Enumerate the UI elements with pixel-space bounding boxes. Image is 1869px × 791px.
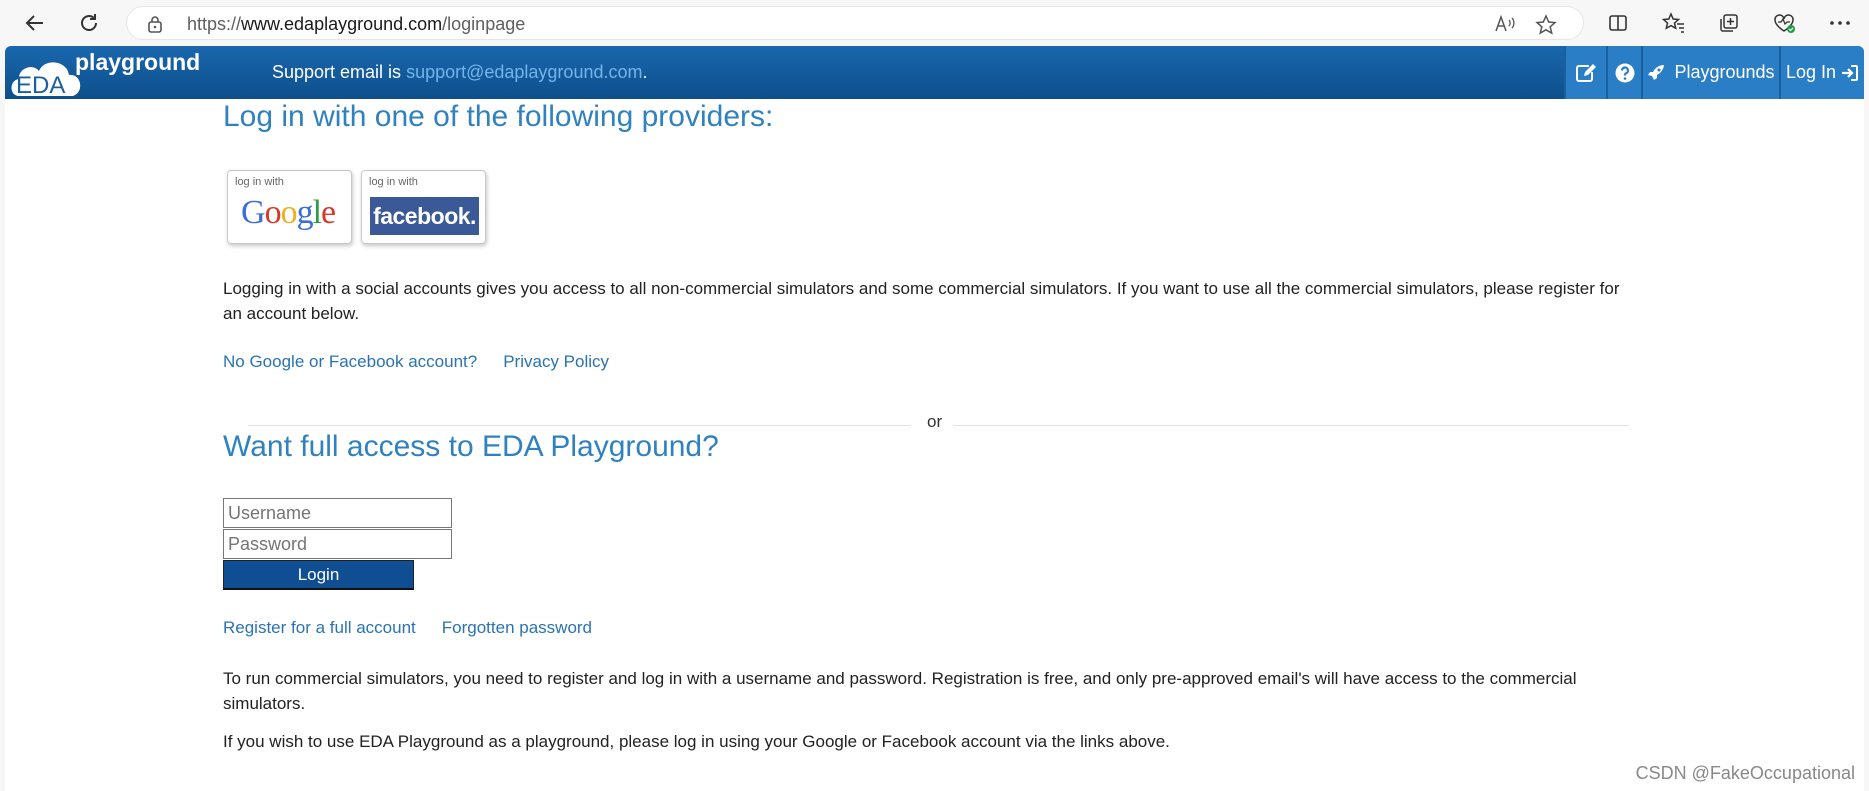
support-email-link[interactable]: support@edaplayground.com <box>406 62 642 82</box>
site-navbar: EDA playground Support email is support@… <box>5 46 1864 99</box>
divider-left <box>248 425 911 426</box>
logo-badge-text: EDA <box>16 72 65 98</box>
username-input[interactable] <box>223 498 452 528</box>
browser-chrome: https://www.edaplayground.com/loginpage <box>0 0 1869 46</box>
social-info-text: Logging in with a social accounts gives … <box>223 279 1620 323</box>
url-prefix: https:// <box>187 14 242 34</box>
back-arrow-icon[interactable] <box>20 8 50 38</box>
commercial-note: To run commercial simulators, you need t… <box>223 669 1577 713</box>
lock-icon[interactable] <box>147 15 163 38</box>
favorites-icon[interactable] <box>1659 8 1689 38</box>
or-divider-text: or <box>927 412 943 431</box>
edit-button[interactable] <box>1564 46 1606 99</box>
google-small-label: log in with <box>235 176 284 188</box>
provider-links: No Google or Facebook account? Privacy Po… <box>223 352 635 372</box>
read-aloud-icon[interactable] <box>1494 14 1516 39</box>
help-button[interactable] <box>1606 46 1641 99</box>
sign-in-icon <box>1842 64 1859 81</box>
split-screen-icon[interactable] <box>1603 8 1633 38</box>
favorite-star-icon[interactable] <box>1535 14 1557 41</box>
full-access-heading: Want full access to EDA Playground? <box>223 430 719 463</box>
more-menu-icon[interactable] <box>1825 8 1855 38</box>
google-login-button[interactable]: log in with Google <box>227 170 352 244</box>
no-account-link[interactable]: No Google or Facebook account? <box>223 352 477 371</box>
rocket-icon <box>1648 63 1665 80</box>
nav-login-label: Log In <box>1785 62 1837 82</box>
divider-right <box>953 425 1629 426</box>
url-domain: www.edaplayground.com <box>241 14 443 34</box>
address-bar[interactable]: https://www.edaplayground.com/loginpage <box>126 6 1584 40</box>
providers-heading: Log in with one of the following provide… <box>223 100 774 133</box>
support-prefix: Support email is <box>272 62 407 82</box>
support-email-line: Support email is support@edaplayground.c… <box>272 62 648 83</box>
collections-icon[interactable] <box>1714 8 1744 38</box>
facebook-login-button[interactable]: log in with facebook. <box>361 170 486 244</box>
refresh-icon[interactable] <box>74 8 104 38</box>
url-text[interactable]: https://www.edaplayground.com/loginpage <box>187 14 525 35</box>
playgrounds-label: Playgrounds <box>1674 62 1775 82</box>
url-path: /loginpage <box>442 14 526 34</box>
browser-essentials-icon[interactable] <box>1769 8 1799 38</box>
edit-icon <box>1576 63 1596 82</box>
logo-text: playground <box>75 49 200 75</box>
eda-playground-logo[interactable]: EDA playground <box>9 48 241 99</box>
login-button[interactable]: Login <box>223 560 414 590</box>
question-circle-icon <box>1615 63 1634 82</box>
google-logo: Google <box>241 194 336 231</box>
facebook-logo: facebook. <box>370 197 479 235</box>
playgrounds-button[interactable]: Playgrounds <box>1641 46 1779 99</box>
web-page: EDA playground Support email is support@… <box>5 46 1864 791</box>
register-link[interactable]: Register for a full account <box>223 618 416 637</box>
cloud-logo-icon: EDA playground <box>11 49 200 99</box>
nav-login-button[interactable]: Log In <box>1779 46 1864 99</box>
forgot-password-link[interactable]: Forgotten password <box>442 618 592 637</box>
playground-note: If you wish to use EDA Playground as a p… <box>223 732 1170 751</box>
privacy-policy-link[interactable]: Privacy Policy <box>503 352 609 371</box>
navbar-right: Playgrounds Log In <box>1564 46 1864 99</box>
account-links: Register for a full account Forgotten pas… <box>223 618 618 638</box>
password-input[interactable] <box>223 529 452 559</box>
csdn-watermark: CSDN @FakeOccupational <box>1635 763 1855 783</box>
support-suffix: . <box>642 62 648 82</box>
facebook-small-label: log in with <box>369 176 418 188</box>
